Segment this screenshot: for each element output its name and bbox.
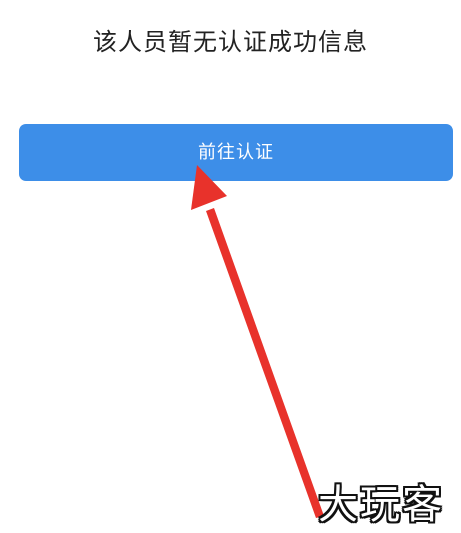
arrow-shaft <box>206 208 324 518</box>
go-authenticate-button[interactable]: 前往认证 <box>19 124 453 181</box>
no-auth-message: 该人员暂无认证成功信息 <box>93 28 368 56</box>
watermark-logo: 大玩客 <box>318 482 444 528</box>
red-arrow-annotation <box>191 165 324 518</box>
